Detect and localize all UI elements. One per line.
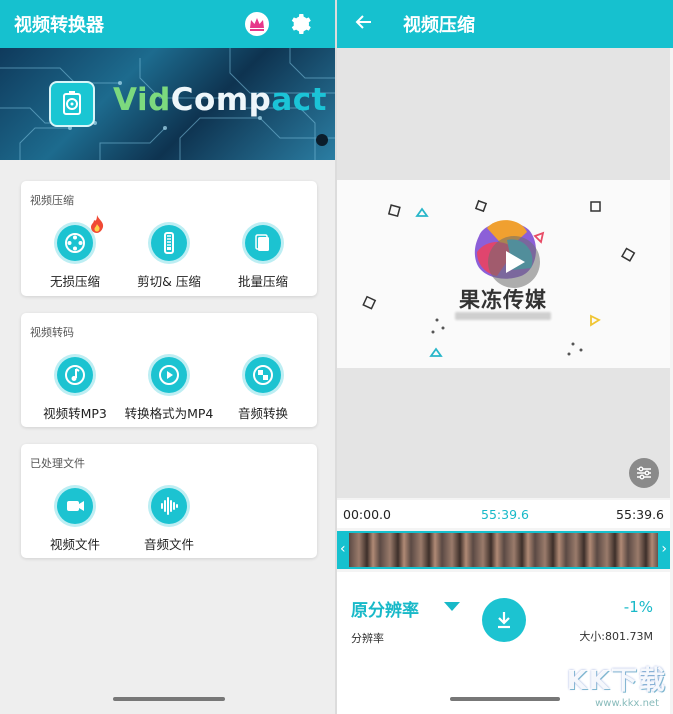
video-content-graphic	[362, 199, 636, 357]
convert-icon	[245, 357, 281, 393]
app-bar: 视频压缩	[337, 0, 673, 48]
download-icon	[498, 612, 510, 629]
app-title: 视频转换器	[14, 15, 104, 36]
home-indicator[interactable]	[450, 697, 560, 701]
app-logo-icon	[49, 81, 95, 127]
card-title: 视频转码	[30, 326, 74, 339]
zipper-icon	[151, 225, 187, 261]
processed-files-card: 已处理文件 视频文件 音频文件	[21, 444, 317, 558]
app-logo-text: VidCompact	[113, 82, 327, 118]
gear-icon[interactable]	[287, 11, 313, 37]
right-trim-handle[interactable]: ›	[661, 541, 667, 557]
card-title: 视频压缩	[30, 194, 74, 207]
film-reel-icon	[57, 215, 104, 261]
thumbnail-strip	[349, 533, 658, 567]
blurred-subtitle	[455, 312, 551, 320]
audio-wave-icon	[151, 488, 187, 524]
video-camera-icon	[57, 488, 93, 524]
video-files-button[interactable]: 视频文件	[30, 488, 120, 553]
audio-files-button[interactable]: 音频文件	[124, 488, 214, 553]
convert-to-mp4-button[interactable]: 转换格式为MP4	[124, 357, 214, 422]
start-time: 00:00.0	[343, 507, 391, 522]
file-size: 大小:801.73M	[579, 630, 653, 643]
end-time: 55:39.6	[616, 507, 664, 522]
video-to-mp3-button[interactable]: 视频转MP3	[30, 357, 120, 422]
promo-banner: VidCompact	[0, 48, 335, 160]
sliders-icon	[637, 466, 651, 480]
video-compress-screen: 视频压缩 果冻传媒 00:00.0 55:39.6 55:39.6 ‹ › 原分…	[337, 0, 673, 714]
selected-duration: 55:39.6	[481, 507, 529, 522]
stack-icon	[245, 225, 281, 261]
video-transcode-card: 视频转码 视频转MP3 转换格式为MP4 音频转换	[21, 313, 317, 427]
converter-home-screen: 视频转换器 VidCompact 视频压缩 无损压缩 剪切& 压缩 批量压缩 视…	[0, 0, 335, 714]
video-compress-card: 视频压缩 无损压缩 剪切& 压缩 批量压缩	[21, 181, 317, 296]
adjust-settings-button[interactable]	[629, 458, 659, 488]
video-title-text: 果冻传媒	[459, 288, 547, 312]
lossless-compress-button[interactable]: 无损压缩	[30, 215, 120, 290]
compress-download-button[interactable]	[482, 598, 526, 642]
compression-percent: -1%	[623, 598, 653, 616]
card-title: 已处理文件	[30, 457, 85, 470]
back-arrow-icon[interactable]	[355, 12, 373, 36]
crown-icon[interactable]	[245, 12, 269, 36]
home-indicator[interactable]	[113, 697, 225, 701]
video-frame: 果冻传媒	[337, 180, 670, 368]
timeline-trimmer[interactable]: ‹ ›	[337, 531, 670, 569]
page-title: 视频压缩	[403, 15, 475, 36]
video-player[interactable]: 果冻传媒	[337, 48, 670, 498]
music-note-icon	[57, 357, 93, 393]
time-bar: 00:00.0 55:39.6 55:39.6	[337, 500, 670, 528]
app-bar: 视频转换器	[0, 0, 335, 48]
resolution-caption: 分辨率	[351, 632, 384, 645]
dropdown-caret-icon[interactable]	[444, 602, 460, 611]
audio-convert-button[interactable]: 音频转换	[218, 357, 308, 422]
resolution-selector[interactable]: 原分辨率	[351, 596, 419, 621]
watermark-url: www.kkx.net	[595, 698, 659, 709]
fire-icon	[89, 215, 105, 233]
left-trim-handle[interactable]: ‹	[340, 541, 346, 557]
batch-compress-button[interactable]: 批量压缩	[218, 225, 308, 290]
watermark-text: KK下载	[566, 666, 667, 696]
cut-compress-button[interactable]: 剪切& 压缩	[124, 225, 214, 290]
play-icon	[151, 357, 187, 393]
